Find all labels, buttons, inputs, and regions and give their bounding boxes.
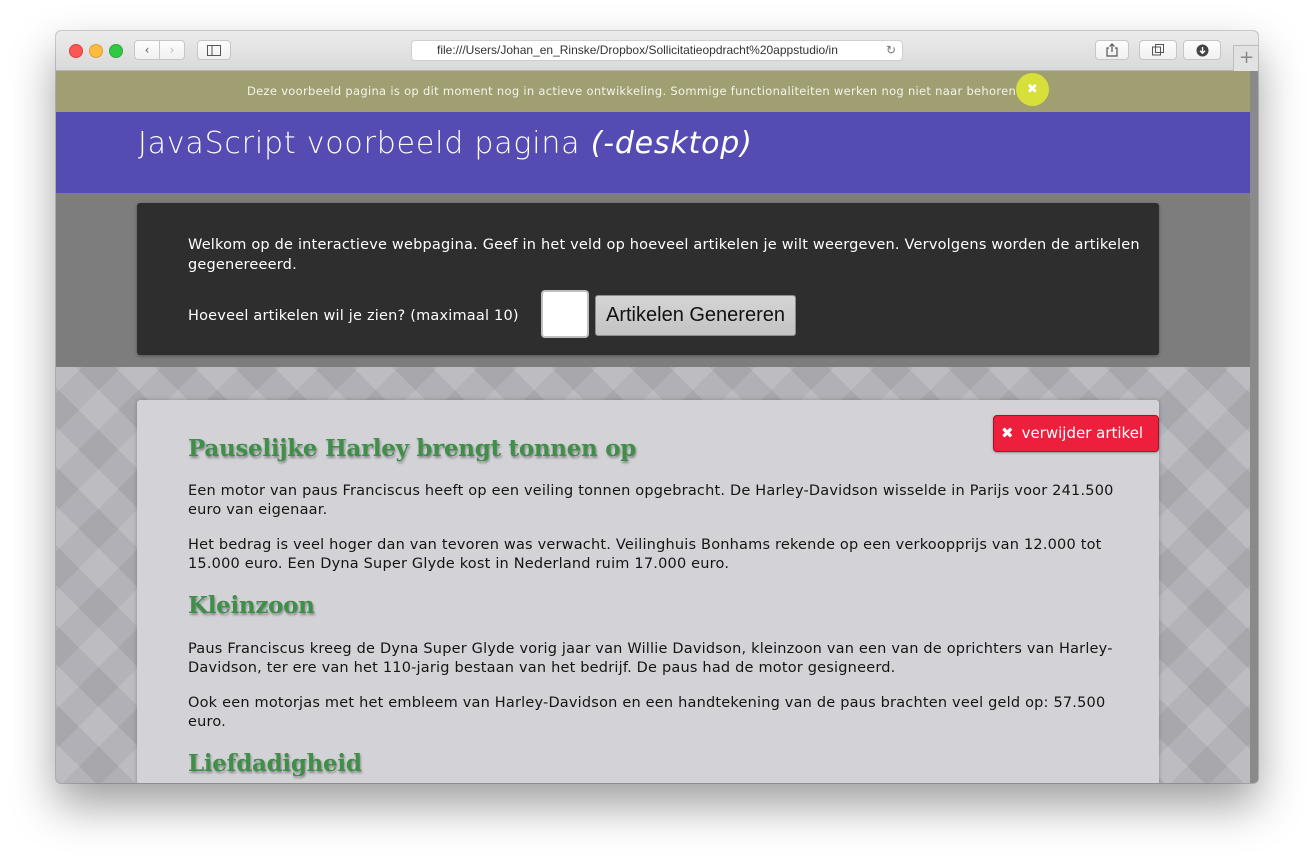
page-title-main: JavaScript voorbeeld pagina	[138, 126, 591, 161]
article-count-input[interactable]	[541, 290, 589, 338]
reload-icon[interactable]: ↻	[886, 41, 896, 60]
article-paragraph: Een motor van paus Franciscus heeft op e…	[188, 483, 1114, 518]
sidebar-icon	[207, 45, 221, 56]
intro-text: Welkom op de interactieve webpagina. Gee…	[188, 237, 1140, 273]
notice-close-button[interactable]: ✖	[1016, 73, 1049, 106]
article-count-label: Hoeveel artikelen wil je zien? (maximaal…	[188, 308, 519, 324]
close-icon: ✖	[1001, 424, 1014, 442]
delete-article-label: verwijder artikel	[1021, 424, 1144, 442]
article-paragraph: Het bedrag is veel hoger dan van tevoren…	[188, 537, 1102, 572]
article-paragraph: Paus Franciscus kreeg de Dyna Super Glyd…	[188, 641, 1113, 676]
tabs-icon	[1152, 44, 1164, 56]
delete-article-button[interactable]: ✖ verwijder artikel	[993, 415, 1159, 452]
page-viewport: Deze voorbeeld pagina is op dit moment n…	[56, 71, 1250, 783]
show-tabs-button[interactable]	[1139, 40, 1177, 60]
article-subheading: Liefdadigheid	[188, 750, 362, 777]
intro-panel: Welkom op de interactieve webpagina. Gee…	[137, 203, 1159, 355]
forward-button[interactable]: ›	[159, 40, 185, 60]
sidebar-toggle-button[interactable]	[197, 40, 231, 60]
page-header: JavaScript voorbeeld pagina (-desktop)	[56, 112, 1250, 193]
page-title-suffix: (-desktop)	[590, 126, 753, 161]
article-subheading: Kleinzoon	[188, 592, 315, 619]
address-bar[interactable]: file:///Users/Johan_en_Rinske/Dropbox/So…	[411, 40, 903, 61]
article-paragraph: Ook een motorjas met het embleem van Har…	[188, 695, 1106, 730]
chevron-right-icon: ›	[169, 43, 175, 57]
window-minimize-button[interactable]	[89, 44, 103, 58]
page-scrollbar[interactable]	[1250, 71, 1258, 783]
article-heading: Pauselijke Harley brengt tonnen op	[188, 435, 637, 462]
article-card: ✖ verwijder artikel Pauselijke Harley bre…	[137, 400, 1159, 783]
back-button[interactable]: ‹	[134, 40, 160, 60]
close-icon: ✖	[1026, 82, 1039, 97]
generate-articles-button[interactable]: Artikelen Genereren	[595, 295, 796, 336]
dev-notice-banner: Deze voorbeeld pagina is op dit moment n…	[56, 71, 1250, 112]
plus-icon: +	[1238, 47, 1255, 68]
url-text: file:///Users/Johan_en_Rinske/Dropbox/So…	[437, 43, 838, 57]
share-button[interactable]	[1095, 40, 1129, 60]
url-fade	[850, 41, 880, 60]
window-close-button[interactable]	[69, 44, 83, 58]
window-maximize-button[interactable]	[109, 44, 123, 58]
downloads-button[interactable]	[1183, 40, 1221, 60]
new-tab-button[interactable]: +	[1233, 45, 1258, 71]
page-title: JavaScript voorbeeld pagina (-desktop)	[138, 126, 753, 161]
dev-notice-text: Deze voorbeeld pagina is op dit moment n…	[247, 84, 1021, 98]
browser-window: ‹ › file:///Users/Johan_en_Rinske/Dropbo…	[56, 31, 1258, 783]
download-icon	[1196, 44, 1208, 57]
browser-toolbar: ‹ › file:///Users/Johan_en_Rinske/Dropbo…	[56, 31, 1258, 71]
chevron-left-icon: ‹	[144, 43, 150, 57]
share-icon	[1106, 43, 1118, 57]
